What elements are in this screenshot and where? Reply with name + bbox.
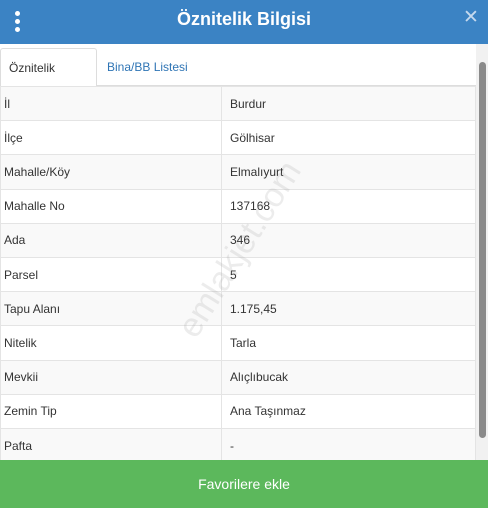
table-row: İl Burdur — [0, 86, 476, 121]
dialog-title: Öznitelik Bilgisi — [176, 9, 312, 29]
table-row: Parsel 5 — [0, 256, 476, 292]
attribute-label: Mahalle No — [0, 188, 222, 224]
table-row: Mevkii Alıçlıbucak — [0, 359, 476, 395]
attribute-value: - — [221, 427, 476, 460]
attribute-label: İlçe — [0, 120, 222, 155]
tab-bina-bb-listesi[interactable]: Bina/BB Listesi — [99, 48, 196, 87]
table-row: Mahalle No 137168 — [0, 188, 476, 224]
attribute-value: Elmalıyurt — [221, 154, 476, 190]
tab-bar: Öznitelik Bilgisi Bina/BB Listesi — [0, 44, 476, 113]
scrollbar-thumb[interactable] — [479, 62, 486, 438]
close-icon[interactable]: ✕ — [463, 8, 479, 27]
table-row: Zemin Tip Ana Taşınmaz — [0, 393, 476, 429]
attribute-value: 137168 — [221, 188, 476, 224]
attribute-value: 5 — [221, 256, 476, 292]
attribute-label: Tapu Alanı — [0, 291, 222, 326]
table-row: Pafta - — [0, 427, 476, 460]
attribute-value: Ana Taşınmaz — [221, 393, 476, 429]
attribute-value: 1.175,45 — [221, 291, 476, 326]
table-row: Mahalle/Köy Elmalıyurt — [0, 154, 476, 190]
attribute-value: Gölhisar — [221, 120, 476, 155]
tab-oznitelik-bilgisi[interactable]: Öznitelik Bilgisi — [0, 48, 97, 113]
dialog-header: Öznitelik Bilgisi ✕ — [0, 0, 488, 44]
attribute-value: Alıçlıbucak — [221, 359, 476, 395]
attribute-table: İl Burdur İlçe Gölhisar Mahalle/Köy Elmalıyur… — [0, 86, 476, 460]
attribute-label: İl — [0, 86, 222, 121]
table-row: Tapu Alanı 1.175,45 — [0, 291, 476, 326]
attribute-label: Nitelik — [0, 325, 222, 360]
attribute-label: Ada — [0, 222, 222, 258]
attribute-label: Mevkii — [0, 359, 222, 395]
add-to-favorites-button[interactable]: Favorilere ekle — [0, 460, 488, 508]
table-row: Ada 346 — [0, 222, 476, 258]
table-row: Nitelik Tarla — [0, 325, 476, 360]
attribute-value: Burdur — [221, 86, 476, 121]
attribute-label: Zemin Tip — [0, 393, 222, 429]
table-row: İlçe Gölhisar — [0, 120, 476, 155]
attribute-table-container: İl Burdur İlçe Gölhisar Mahalle/Köy Elmalıyur… — [0, 86, 476, 460]
attribute-value: 346 — [221, 222, 476, 258]
attribute-label: Mahalle/Köy — [0, 154, 222, 190]
attribute-value: Tarla — [221, 325, 476, 360]
attribute-label: Parsel — [0, 256, 222, 292]
attribute-label: Pafta — [0, 427, 222, 460]
